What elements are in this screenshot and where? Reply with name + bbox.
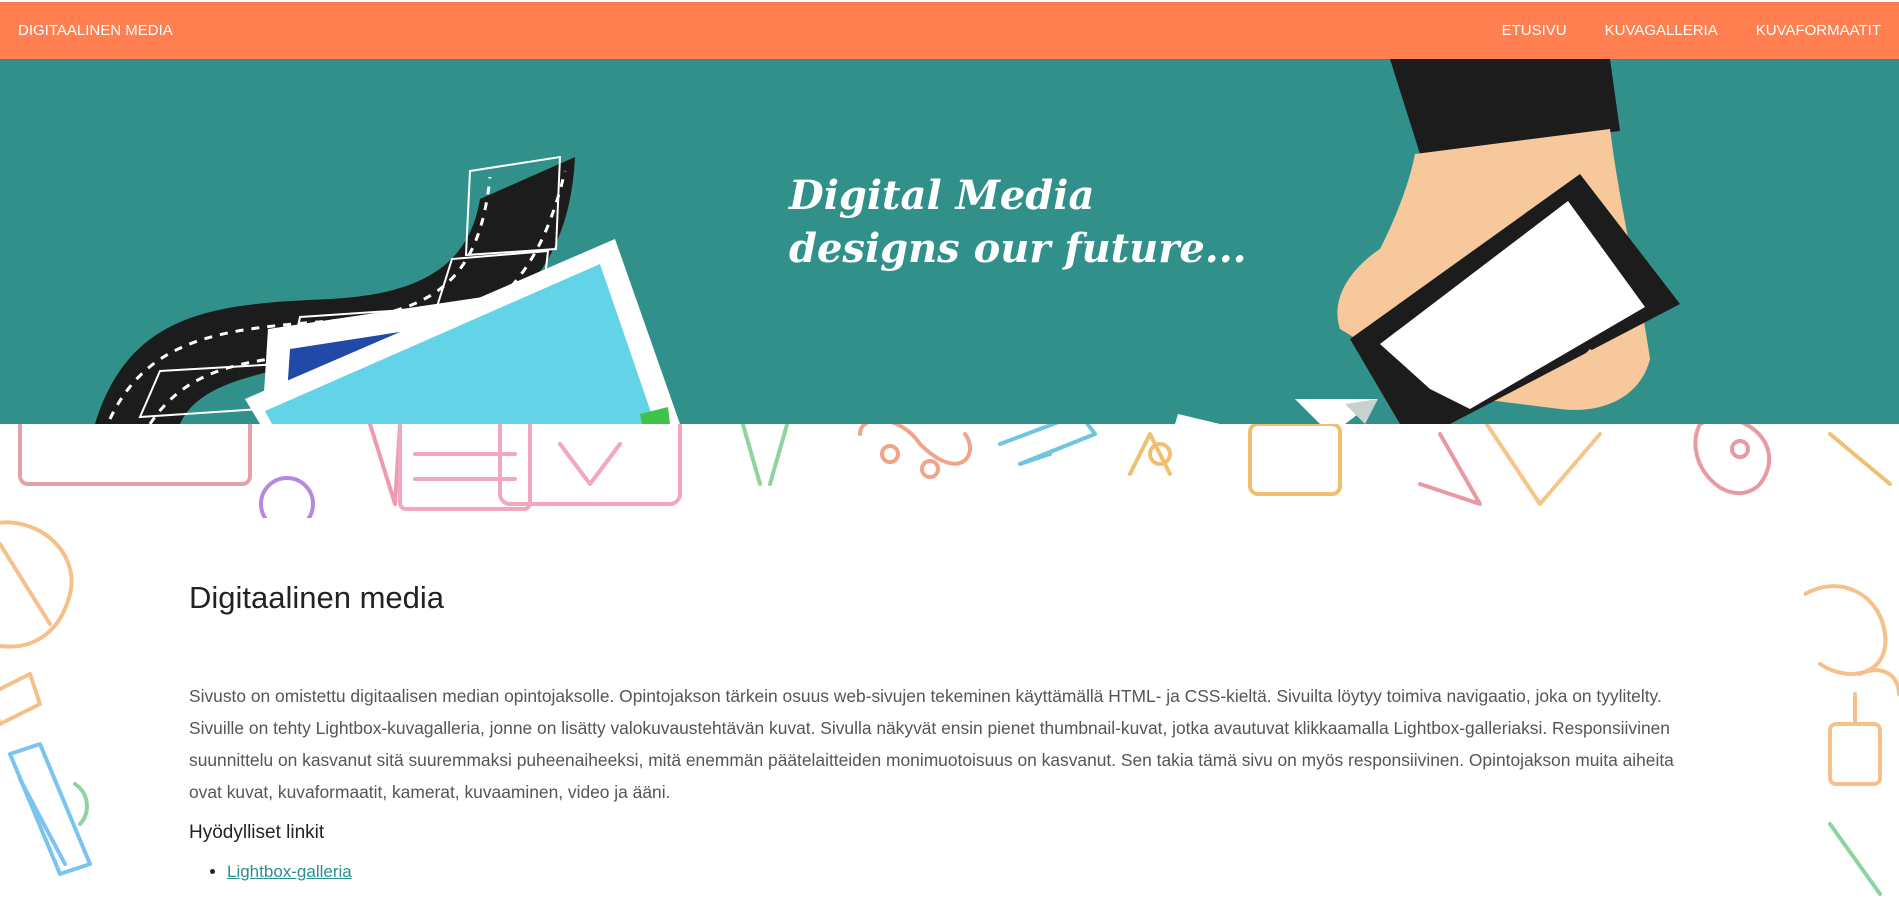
nav-link-kuvagalleria[interactable]: KUVAGALLERIA (1605, 22, 1718, 39)
nav-link-kuvaformaatit[interactable]: KUVAFORMAATIT (1756, 22, 1881, 39)
lightbox-gallery-link[interactable]: Lightbox-galleria (227, 862, 352, 881)
intro-paragraph: Sivusto on omistettu digitaalisen median… (189, 686, 1674, 802)
nav-links: ETUSIVU KUVAGALLERIA KUVAFORMAATIT (1502, 22, 1881, 39)
tagline-line-2: designs our future... (789, 225, 1247, 272)
paper-plane-icon (1175, 399, 1378, 424)
useful-links-heading: Hyödylliset linkit (189, 822, 325, 843)
top-navbar: DIGITAALINEN MEDIA ETUSIVU KUVAGALLERIA … (0, 2, 1899, 59)
hero-banner: Digital Media designs our future... (0, 59, 1899, 424)
list-item: Lightbox-galleria (227, 862, 1709, 882)
page-title: Digitaalinen media (189, 580, 445, 615)
brand-link[interactable]: DIGITAALINEN MEDIA (18, 22, 173, 39)
page: DIGITAALINEN MEDIA ETUSIVU KUVAGALLERIA … (0, 0, 1899, 904)
useful-links-list: Lightbox-galleria (189, 862, 1709, 882)
hero-tagline: Digital Media designs our future... (789, 169, 1247, 275)
hand-phone-icon (1337, 59, 1680, 424)
main-content: Digitaalinen media Sivusto on omistettu … (94, 518, 1804, 904)
tagline-line-1: Digital Media (789, 172, 1095, 219)
nav-link-etusivu[interactable]: ETUSIVU (1502, 22, 1567, 39)
